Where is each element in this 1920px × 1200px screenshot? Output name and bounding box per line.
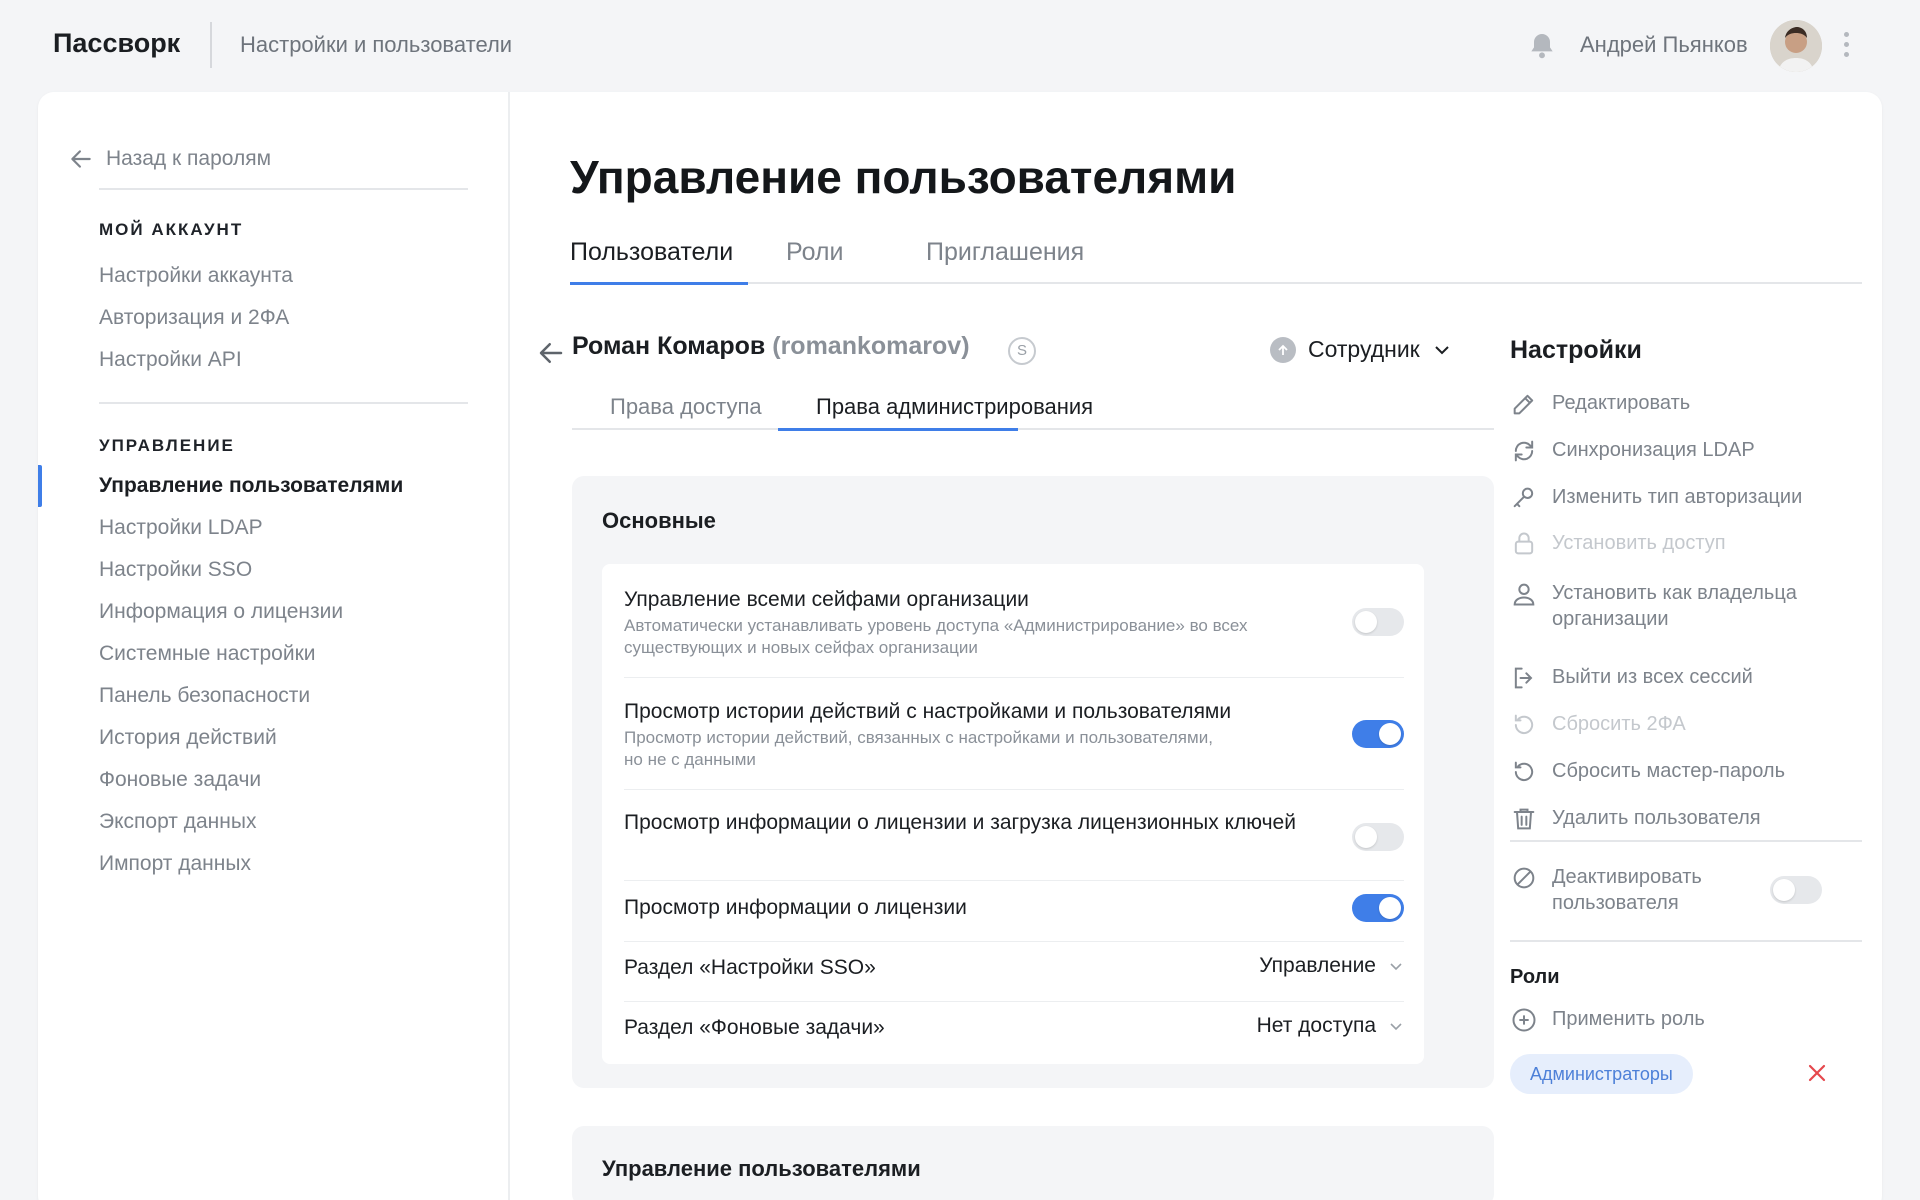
action-label: Деактивировать пользователя <box>1552 866 1702 914</box>
user-management-panel: Управление пользователями <box>572 1126 1494 1200</box>
permission-row: Просмотр истории действий с настройками … <box>624 698 1404 790</box>
delete-user-action[interactable]: Удалить пользователя <box>1510 805 1761 833</box>
user-icon <box>1513 583 1535 606</box>
action-label: Установить как владельца организации <box>1552 582 1797 630</box>
tab-bar: Пользователи Роли Приглашения <box>570 238 1862 284</box>
tab-roles[interactable]: Роли <box>786 238 843 267</box>
select-value: Управление <box>1259 954 1376 977</box>
settings-divider <box>1510 940 1862 942</box>
access-level-select[interactable]: Управление <box>1259 954 1404 978</box>
permission-title: Просмотр информации о лицензии <box>624 896 967 919</box>
block-icon <box>1513 867 1535 889</box>
permission-select-row: Раздел «Фоновые задачи» Нет доступа <box>624 1014 1404 1054</box>
key-icon <box>1513 487 1534 508</box>
logout-all-sessions-action[interactable]: Выйти из всех сессий <box>1510 664 1753 692</box>
role-value: Сотрудник <box>1308 336 1420 362</box>
sso-badge: S <box>1008 337 1036 365</box>
permission-toggle[interactable] <box>1352 720 1404 748</box>
user-login: (romankomarov) <box>772 332 970 360</box>
more-menu-icon[interactable] <box>1836 32 1856 60</box>
permission-row: Просмотр информации о лицензии и загрузк… <box>624 809 1404 881</box>
trash-icon <box>1513 808 1535 830</box>
page-title: Управление пользователями <box>570 151 1237 203</box>
change-auth-type-action[interactable]: Изменить тип авторизации <box>1510 484 1802 512</box>
chevron-down-icon <box>1390 963 1402 971</box>
tab-invitations[interactable]: Приглашения <box>926 238 1084 267</box>
reset-master-password-action[interactable]: Сбросить мастер-пароль <box>1510 758 1785 786</box>
arrow-up-circle-icon <box>1270 336 1296 363</box>
plus-circle-icon <box>1512 1008 1536 1032</box>
permission-title: Просмотр информации о лицензии и загрузк… <box>624 811 1296 834</box>
edit-icon <box>1513 394 1534 415</box>
permission-row: Управление всеми сейфами организации Авт… <box>624 586 1404 678</box>
action-label: Удалить пользователя <box>1552 807 1761 829</box>
permission-desc: Автоматически устанавливать уровень дост… <box>624 616 1248 657</box>
permission-toggle[interactable] <box>1352 894 1404 922</box>
access-level-select[interactable]: Нет доступа <box>1257 1014 1404 1038</box>
role-chip[interactable]: Администраторы <box>1510 1054 1693 1094</box>
permission-toggle[interactable] <box>1352 608 1404 636</box>
chevron-down-icon <box>1435 345 1449 354</box>
top-bar: Пассворк Настройки и пользователи Андрей… <box>0 0 1920 92</box>
action-label: Выйти из всех сессий <box>1552 666 1753 688</box>
content-area: Управление пользователями Пользователи Р… <box>38 92 1882 1200</box>
subtab-bar: Права доступа Права администрирования <box>572 394 1494 430</box>
action-label: Редактировать <box>1552 392 1691 414</box>
close-icon[interactable] <box>1806 1062 1828 1084</box>
logout-icon <box>1514 667 1533 689</box>
permission-select-row: Раздел «Настройки SSO» Управление <box>624 954 1404 1002</box>
select-value: Нет доступа <box>1256 1014 1376 1037</box>
apply-role-action[interactable]: Применить роль <box>1510 1006 1705 1034</box>
lock-icon <box>1514 532 1534 555</box>
action-label: Изменить тип авторизации <box>1552 486 1803 508</box>
action-label: Сбросить мастер-пароль <box>1552 760 1786 782</box>
active-tab-underline <box>570 282 748 285</box>
action-label: Синхронизация LDAP <box>1552 439 1755 461</box>
bell-icon[interactable] <box>1526 30 1558 62</box>
brand-logo[interactable]: Пассворк <box>53 28 180 59</box>
deactivate-user-row: Деактивировать пользователя <box>1510 864 1752 916</box>
settings-divider <box>1510 840 1862 842</box>
section-title: Управление пользователями <box>602 1156 921 1181</box>
section-title: Основные <box>602 508 716 533</box>
user-role-select[interactable]: Сотрудник <box>1270 336 1452 363</box>
user-full-name: Роман Комаров <box>572 332 766 360</box>
permission-title: Просмотр истории действий с настройками … <box>624 700 1232 723</box>
breadcrumb: Настройки и пользователи <box>240 32 513 57</box>
header-divider <box>210 22 212 68</box>
active-subtab-underline <box>778 428 1018 431</box>
permission-desc: Просмотр истории действий, связанных с н… <box>624 728 1213 769</box>
set-access-action: Установить доступ <box>1510 530 1726 558</box>
reset-icon <box>1514 761 1534 781</box>
roles-heading: Роли <box>1510 966 1560 988</box>
permission-toggle[interactable] <box>1352 823 1404 851</box>
set-owner-action[interactable]: Установить как владельца организации <box>1510 580 1852 632</box>
action-label: Сбросить 2ФА <box>1552 713 1686 735</box>
action-label: Применить роль <box>1552 1008 1705 1030</box>
deactivate-toggle[interactable] <box>1770 876 1822 904</box>
current-user-name[interactable]: Андрей Пьянков <box>1580 32 1748 58</box>
permission-row: Просмотр информации о лицензии <box>624 894 1404 942</box>
subtab-admin-rights[interactable]: Права администрирования <box>816 394 1093 420</box>
permissions-panel: Основные Управление всеми сейфами органи… <box>572 476 1494 1088</box>
back-arrow-icon[interactable] <box>536 338 566 368</box>
avatar[interactable] <box>1770 20 1822 72</box>
ldap-sync-action[interactable]: Синхронизация LDAP <box>1510 437 1755 465</box>
permission-title: Управление всеми сейфами организации <box>624 588 1029 611</box>
settings-title: Настройки <box>1510 336 1642 364</box>
sync-icon <box>1514 440 1534 462</box>
reset-icon <box>1514 714 1534 734</box>
reset-2fa-action: Сбросить 2ФА <box>1510 711 1686 739</box>
tab-users[interactable]: Пользователи <box>570 238 733 267</box>
subtab-access-rights[interactable]: Права доступа <box>610 394 762 420</box>
chevron-down-icon <box>1390 1023 1402 1031</box>
edit-user-action[interactable]: Редактировать <box>1510 390 1690 418</box>
permissions-list: Управление всеми сейфами организации Авт… <box>602 564 1424 1064</box>
user-heading: Роман Комаров (romankomarov) <box>572 332 970 361</box>
action-label: Установить доступ <box>1552 532 1726 554</box>
